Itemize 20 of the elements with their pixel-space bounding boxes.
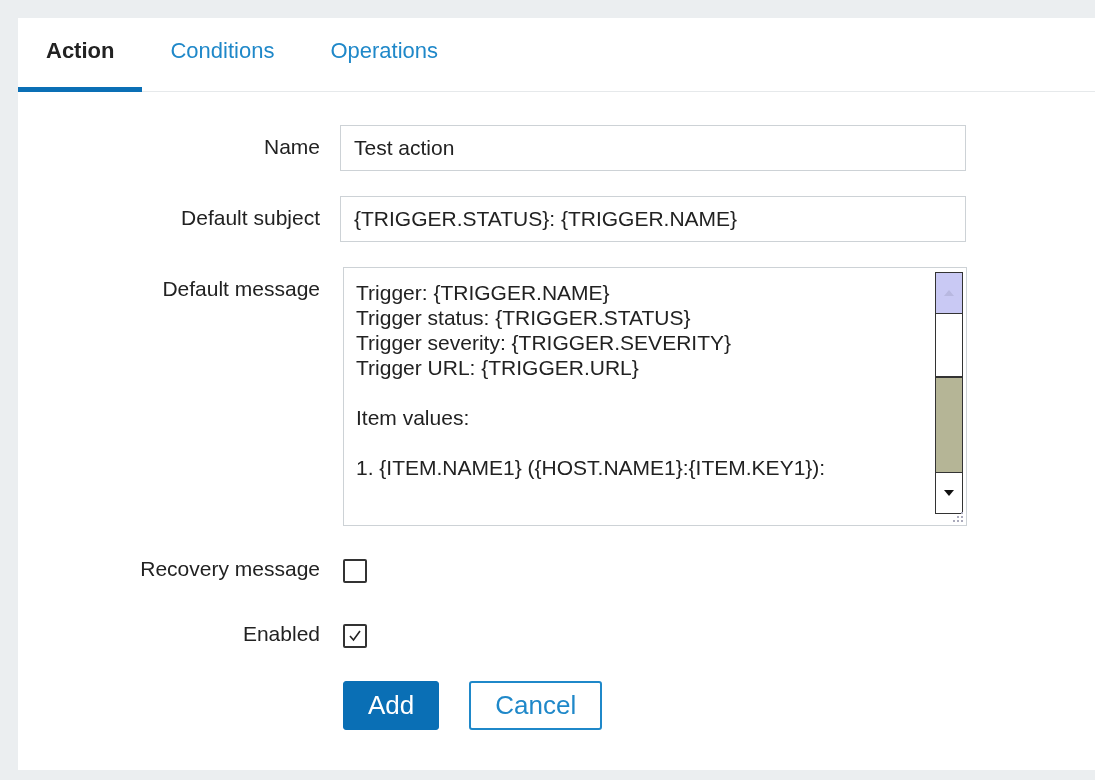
checkbox[interactable] — [343, 559, 367, 583]
checkmark-icon — [347, 628, 363, 644]
field-label: Default message — [161, 276, 320, 301]
tab[interactable]: Conditions — [142, 18, 303, 92]
field-label: Enabled — [241, 621, 320, 646]
checkbox[interactable] — [343, 624, 367, 648]
field-label: Name — [262, 134, 320, 159]
tab[interactable]: Operations — [302, 18, 467, 92]
down-arrow-icon — [943, 489, 955, 497]
message-field[interactable]: Trigger: {TRIGGER.NAME} Trigger status: {TRIGGER.STATUS} Trigger severity: {TRIGGER.SEVERITY} Trigger URL: {TRIGGER.URL} Item values: 1. {ITEM.NAME1} ({HOST.NAME1}:{ITEM.KEY1}): — [343, 267, 967, 526]
resize-grip-icon — [952, 511, 964, 523]
subject-field[interactable]: {TRIGGER.STATUS}: {TRIGGER.NAME} — [340, 196, 966, 242]
tab[interactable]: Action — [18, 18, 143, 92]
add-button[interactable]: Add — [343, 681, 440, 730]
field-label: Recovery message — [139, 556, 320, 581]
field-label: Default subject — [180, 205, 320, 230]
name-field[interactable]: Test action — [340, 125, 966, 171]
scrollbar[interactable] — [935, 272, 963, 514]
message-text: Trigger: {TRIGGER.NAME} Trigger status: {TRIGGER.STATUS} Trigger severity: {TRIGGER.SEVERITY} Trigger URL: {TRIGGER.URL} Item values: 1. {ITEM.NAME1} ({HOST.NAME1}:{ITEM.KEY1}): — [356, 280, 827, 480]
cancel-button[interactable]: Cancel — [469, 681, 603, 730]
